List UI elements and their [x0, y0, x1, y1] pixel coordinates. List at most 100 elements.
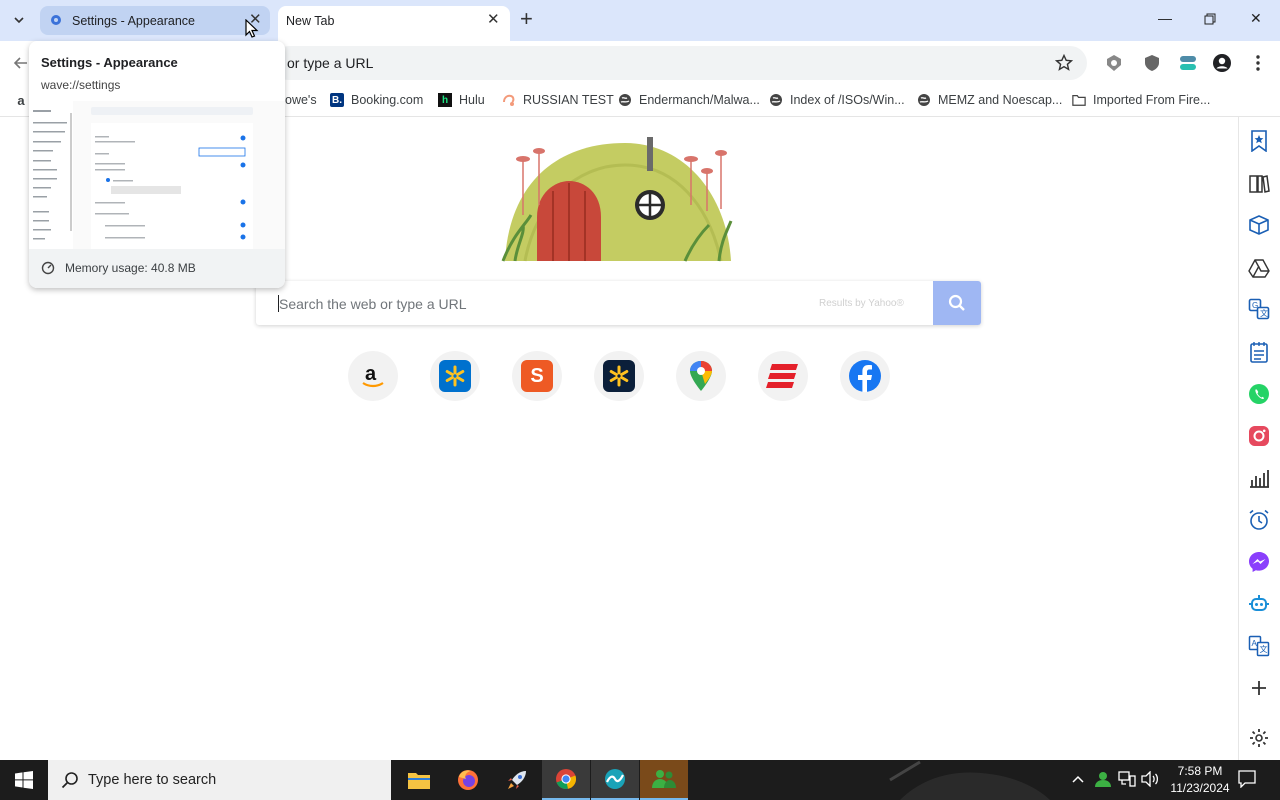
firefox-icon [458, 770, 478, 790]
shortcut-e-app[interactable] [758, 351, 808, 401]
chevron-down-icon [14, 17, 24, 24]
minimize-button[interactable]: — [1158, 10, 1172, 26]
walmart-spark-icon [603, 360, 635, 392]
settings-gear-icon[interactable] [1247, 726, 1271, 750]
walmart-spark-icon [439, 360, 471, 392]
hover-card-url: wave://settings [41, 78, 121, 92]
bookmark-label: owe's [285, 93, 317, 107]
taskbar-search-placeholder: Type here to search [88, 772, 217, 788]
shortcut-walmart-dark[interactable] [594, 351, 644, 401]
close-tab-icon[interactable]: ✕ [487, 12, 500, 27]
box-3d-icon[interactable] [1247, 213, 1271, 237]
reading-list-icon[interactable] [1247, 172, 1271, 196]
drive-icon[interactable] [1247, 256, 1271, 280]
bookmark-index-isos[interactable]: Index of /ISOs/Win... [769, 91, 905, 109]
shortcut-walmart[interactable] [430, 351, 480, 401]
svg-text:A: A [1252, 639, 1258, 648]
search-icon [61, 772, 78, 789]
s-app-icon: S [521, 360, 553, 392]
shortcut-google-maps[interactable] [676, 351, 726, 401]
address-bar[interactable] [272, 46, 1087, 80]
menu-dots-icon[interactable] [1247, 52, 1269, 74]
russian-test-icon [502, 93, 516, 107]
alarm-icon[interactable] [1247, 508, 1271, 532]
svg-text:G: G [1252, 301, 1258, 310]
robot-assistant-icon[interactable] [1247, 592, 1271, 616]
bookmark-folder-imported[interactable]: Imported From Fire... [1072, 91, 1210, 109]
taskbar-file-explorer[interactable] [395, 760, 443, 800]
tab-hover-card: Settings - Appearance wave://settings Me… [29, 41, 285, 288]
taskbar-clock-time[interactable]: 7:58 PM [1170, 764, 1230, 778]
back-arrow-icon [13, 57, 27, 69]
svg-text:a: a [365, 363, 377, 385]
add-sidebar-app-icon[interactable] [1247, 676, 1271, 700]
new-tab-button[interactable]: + [520, 8, 533, 30]
taskbar-rocket-app[interactable] [493, 760, 541, 800]
shortcut-amazon[interactable]: a [348, 351, 398, 401]
tab-title: Settings - Appearance [72, 14, 195, 28]
globe-icon [618, 93, 632, 107]
shortcut-facebook[interactable] [840, 351, 890, 401]
taskbar-clock-date[interactable]: 11/23/2024 [1160, 781, 1240, 795]
chart-stats-icon[interactable] [1247, 466, 1271, 490]
memory-gauge-icon [41, 261, 55, 280]
hobbit-house-illustration [501, 137, 733, 262]
bookmark-memz[interactable]: MEMZ and Noescap... [917, 91, 1062, 109]
bookmark-russian-test[interactable]: RUSSIAN TEST [502, 91, 614, 109]
bookmark-booking[interactable]: B. Booking.com [330, 91, 423, 109]
extension-shield-icon[interactable] [1103, 52, 1125, 74]
taskbar-wave-browser[interactable] [591, 760, 639, 800]
search-provider-note: Results by Yahoo® [819, 298, 904, 309]
taskbar-firefox[interactable] [444, 760, 492, 800]
close-window-button[interactable]: ✕ [1250, 10, 1262, 27]
bookmark-label: Hulu [459, 93, 485, 107]
tab-preview-thumbnail [29, 101, 285, 251]
windows-start-icon[interactable] [15, 771, 33, 789]
bookmark-lowes[interactable]: owe's [285, 91, 317, 109]
booking-icon: B. [330, 93, 344, 107]
bookmark-hulu[interactable]: h Hulu [438, 91, 485, 109]
bookmarks-star-icon[interactable] [1247, 129, 1271, 153]
search-icon [948, 294, 965, 311]
shortcut-s-app[interactable]: S [512, 351, 562, 401]
extension-toggle-icon[interactable] [1177, 52, 1199, 74]
translate-icon[interactable]: G文 [1247, 297, 1271, 321]
hulu-icon: h [438, 93, 452, 107]
bookmark-star-icon[interactable] [1053, 52, 1075, 74]
tab-title: New Tab [286, 14, 335, 28]
adblock-shield-icon[interactable] [1141, 52, 1163, 74]
restore-button[interactable] [1204, 12, 1216, 28]
e-logo-icon [766, 364, 798, 388]
profile-avatar-icon[interactable] [1211, 52, 1233, 74]
svg-text:文: 文 [1260, 308, 1268, 318]
globe-icon [917, 93, 931, 107]
tray-user-icon[interactable] [1094, 770, 1112, 788]
folder-icon [408, 773, 430, 789]
tab-search-button[interactable] [8, 9, 30, 31]
volume-icon[interactable] [1141, 771, 1159, 787]
bookmark-label: Index of /ISOs/Win... [790, 93, 905, 107]
whatsapp-icon[interactable] [1247, 382, 1271, 406]
notes-icon[interactable] [1247, 340, 1271, 364]
bookmark-endermanch[interactable]: Endermanch/Malwa... [618, 91, 760, 109]
tab-new-tab[interactable]: New Tab ✕ [278, 6, 510, 41]
bookmark-label: Booking.com [351, 93, 424, 107]
taskbar-users-app[interactable] [640, 760, 688, 800]
tab-settings-appearance[interactable]: Settings - Appearance ✕ [40, 6, 270, 35]
mouse-cursor-icon [245, 19, 259, 38]
translate-page-icon[interactable]: A文 [1247, 634, 1271, 658]
memory-usage-text: Memory usage: 40.8 MB [65, 261, 196, 275]
folder-icon [1072, 93, 1086, 107]
tray-chevron-up-icon[interactable] [1071, 773, 1085, 787]
taskbar-chrome[interactable] [542, 760, 590, 800]
amazon-logo-icon: a [362, 363, 384, 388]
search-button[interactable] [933, 281, 981, 325]
notifications-icon[interactable] [1238, 770, 1256, 788]
bookmark-label: Endermanch/Malwa... [639, 93, 760, 107]
bookmark-label: RUSSIAN TEST [523, 93, 614, 107]
messenger-icon[interactable] [1247, 550, 1271, 574]
instagram-icon[interactable] [1247, 424, 1271, 448]
amazon-icon: a [17, 92, 25, 108]
hover-card-title: Settings - Appearance [41, 55, 178, 70]
network-icon[interactable] [1118, 771, 1136, 787]
